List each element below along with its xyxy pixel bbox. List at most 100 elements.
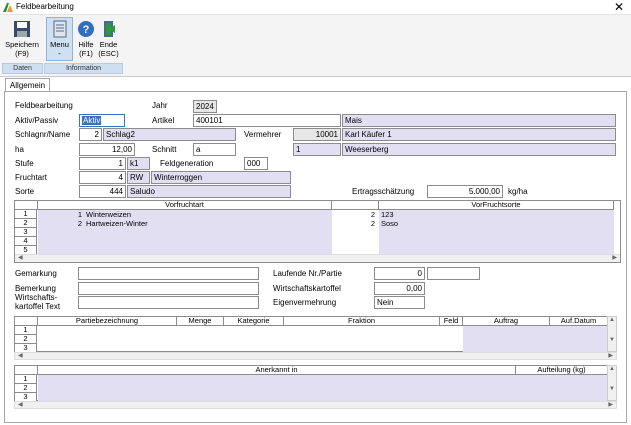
fruchtart-nr-field[interactable]: 4 xyxy=(79,171,126,184)
partie-header-feld[interactable]: Feld xyxy=(440,317,463,326)
stufe-label: Stufe xyxy=(15,159,34,168)
scroll-right-icon[interactable]: ▶ xyxy=(608,402,613,409)
schlag-nr-field[interactable]: 2 xyxy=(79,128,102,141)
anerkannt-header-in[interactable]: Anerkannt in xyxy=(38,366,516,375)
schlag-label: Schlagnr/Name xyxy=(15,130,71,139)
anerkannt-table: Anerkannt in Aufteilung (kg) 1 2 3 xyxy=(14,365,608,402)
artikel-label: Artikel xyxy=(152,116,175,125)
aktiv-value: Aktiv xyxy=(82,116,102,125)
partie-auftrag-band xyxy=(463,326,608,353)
scroll-down-icon[interactable]: ▼ xyxy=(608,386,616,392)
table-cell[interactable]: Winterweizen xyxy=(84,210,234,219)
gemarkung-field[interactable] xyxy=(78,267,259,280)
save-button[interactable]: Speichern (F9) xyxy=(3,17,41,61)
app-logo-icon xyxy=(3,3,13,12)
scroll-left-icon[interactable]: ◀ xyxy=(18,353,23,360)
wk-text-field[interactable] xyxy=(78,296,259,309)
vermehrer-name-field: Karl Käufer 1 xyxy=(342,128,616,141)
scroll-down-icon[interactable]: ▼ xyxy=(608,337,616,343)
sorte-nr-field[interactable]: 444 xyxy=(79,185,126,198)
save-button-shortcut: (F9) xyxy=(15,49,29,58)
eigenvermehrung-field[interactable]: Nein xyxy=(374,296,425,309)
artikel-name-field: Mais xyxy=(342,114,616,127)
menu-button-label: Menu xyxy=(50,40,69,49)
window-title: Feldbearbeitung xyxy=(16,2,74,11)
title-bar: Feldbearbeitung ✕ xyxy=(0,0,631,15)
sorte-name-field: Saludo xyxy=(127,185,291,198)
close-window-button[interactable]: ✕ xyxy=(611,0,627,14)
scroll-right-icon[interactable]: ▶ xyxy=(612,255,617,262)
eigenvermehrung-label: Eigenvermehrung xyxy=(273,298,337,307)
bemerkung-field[interactable] xyxy=(78,282,259,295)
anerkannt-band xyxy=(38,375,608,402)
section-title: Feldbearbeitung xyxy=(15,101,73,110)
vorfrucht-header-art[interactable]: Vorfruchtart xyxy=(38,201,332,210)
lfd-nr-field[interactable]: 0 xyxy=(374,267,425,280)
fruchtart-label: Fruchtart xyxy=(15,173,48,182)
scroll-up-icon[interactable]: ▲ xyxy=(608,317,616,323)
tab-allgemein[interactable]: Allgemein xyxy=(5,78,50,92)
horizontal-scrollbar[interactable]: ◀ ▶ xyxy=(15,254,620,262)
horizontal-scrollbar[interactable]: ◀ ▶ xyxy=(14,401,617,409)
exit-button-label: Ende xyxy=(99,40,118,49)
partie-header-fraktion[interactable]: Fraktion xyxy=(284,317,440,326)
ertrag-label: Ertragsschätzung xyxy=(352,187,415,196)
partie-header-auftrag[interactable]: Auftrag xyxy=(463,317,550,326)
vertical-scrollbar[interactable]: ▲ ▼ xyxy=(607,316,617,352)
feldgeneration-label: Feldgeneration xyxy=(160,159,214,168)
vorfrucht-table: Vorfruchtart VorFruchtsorte 1 2 3 4 5 1 … xyxy=(14,200,621,263)
jahr-field: 2024 xyxy=(193,100,217,113)
ribbon-toolbar: Speichern (F9) Menu - ? Hilfe (F1) Ende … xyxy=(0,15,631,77)
ertrag-unit: kg/ha xyxy=(508,187,528,196)
aktiv-label: Aktiv/Passiv xyxy=(15,116,59,125)
table-cell[interactable]: 1 xyxy=(38,210,84,219)
scroll-up-icon[interactable]: ▲ xyxy=(608,366,616,372)
scroll-left-icon[interactable]: ◀ xyxy=(18,255,23,262)
save-button-label: Speichern xyxy=(5,40,39,49)
menu-button[interactable]: Menu - xyxy=(46,17,73,61)
schnitt-field[interactable]: a xyxy=(193,143,236,156)
ort-name-field: Weeserberg xyxy=(342,143,616,156)
save-icon xyxy=(14,21,30,37)
stufe-nr-field[interactable]: 1 xyxy=(79,157,126,170)
svg-text:?: ? xyxy=(83,24,90,36)
horizontal-scrollbar[interactable]: ◀ ▶ xyxy=(14,352,617,360)
anerkannt-header-aufteilung[interactable]: Aufteilung (kg) xyxy=(516,366,608,375)
main-panel: Feldbearbeitung Jahr 2024 Aktiv/Passiv A… xyxy=(4,91,627,423)
scroll-right-icon[interactable]: ▶ xyxy=(608,353,613,360)
aktiv-field[interactable]: Aktiv xyxy=(79,114,125,127)
vertical-scrollbar[interactable]: ▲ ▼ xyxy=(607,365,617,401)
table-cell[interactable]: Hartweizen-Winter xyxy=(84,219,234,228)
partie-header-bezeichnung[interactable]: Partiebezeichnung xyxy=(38,317,177,326)
wirtschaftskartoffel-label: Wirtschaftskartoffel xyxy=(273,284,341,293)
exit-button[interactable]: Ende (ESC) xyxy=(97,17,120,61)
table-cell[interactable]: 2 xyxy=(38,219,84,228)
ertrag-field[interactable]: 5.000,00 xyxy=(427,185,503,198)
feldgeneration-field[interactable]: 000 xyxy=(244,157,268,170)
help-button[interactable]: ? Hilfe (F1) xyxy=(75,17,97,61)
wirtschaftskartoffel-field[interactable]: 0,00 xyxy=(374,282,425,295)
table-cell[interactable]: 123 xyxy=(379,210,529,219)
ha-field[interactable]: 12,00 xyxy=(79,143,135,156)
lfd-partie-field[interactable] xyxy=(427,267,480,280)
ribbon-group-information: Information xyxy=(44,63,123,74)
partie-header-menge[interactable]: Menge xyxy=(177,317,224,326)
partie-header-kategorie[interactable]: Kategorie xyxy=(224,317,284,326)
exit-button-shortcut: (ESC) xyxy=(98,49,119,58)
artikel-nr-field[interactable]: 400101 xyxy=(193,114,341,127)
ha-label: ha xyxy=(15,145,24,154)
ribbon-group-daten: Daten xyxy=(2,63,43,74)
jahr-label: Jahr xyxy=(152,101,168,110)
vorfrucht-header-sorte-nr[interactable] xyxy=(332,201,379,210)
exit-icon xyxy=(103,21,115,37)
table-cell[interactable]: 2 xyxy=(332,219,377,228)
partie-header-datum[interactable]: Auf.Datum xyxy=(550,317,608,326)
ort-nr-field: 1 xyxy=(293,143,341,156)
menu-button-shortcut: - xyxy=(58,49,61,58)
vorfrucht-header-sorte[interactable]: VorFruchtsorte xyxy=(379,201,614,210)
table-cell[interactable]: 2 xyxy=(332,210,377,219)
gemarkung-label: Gemarkung xyxy=(15,269,57,278)
table-cell[interactable]: Soso xyxy=(379,219,529,228)
scroll-left-icon[interactable]: ◀ xyxy=(18,402,23,409)
help-icon: ? xyxy=(78,21,94,37)
